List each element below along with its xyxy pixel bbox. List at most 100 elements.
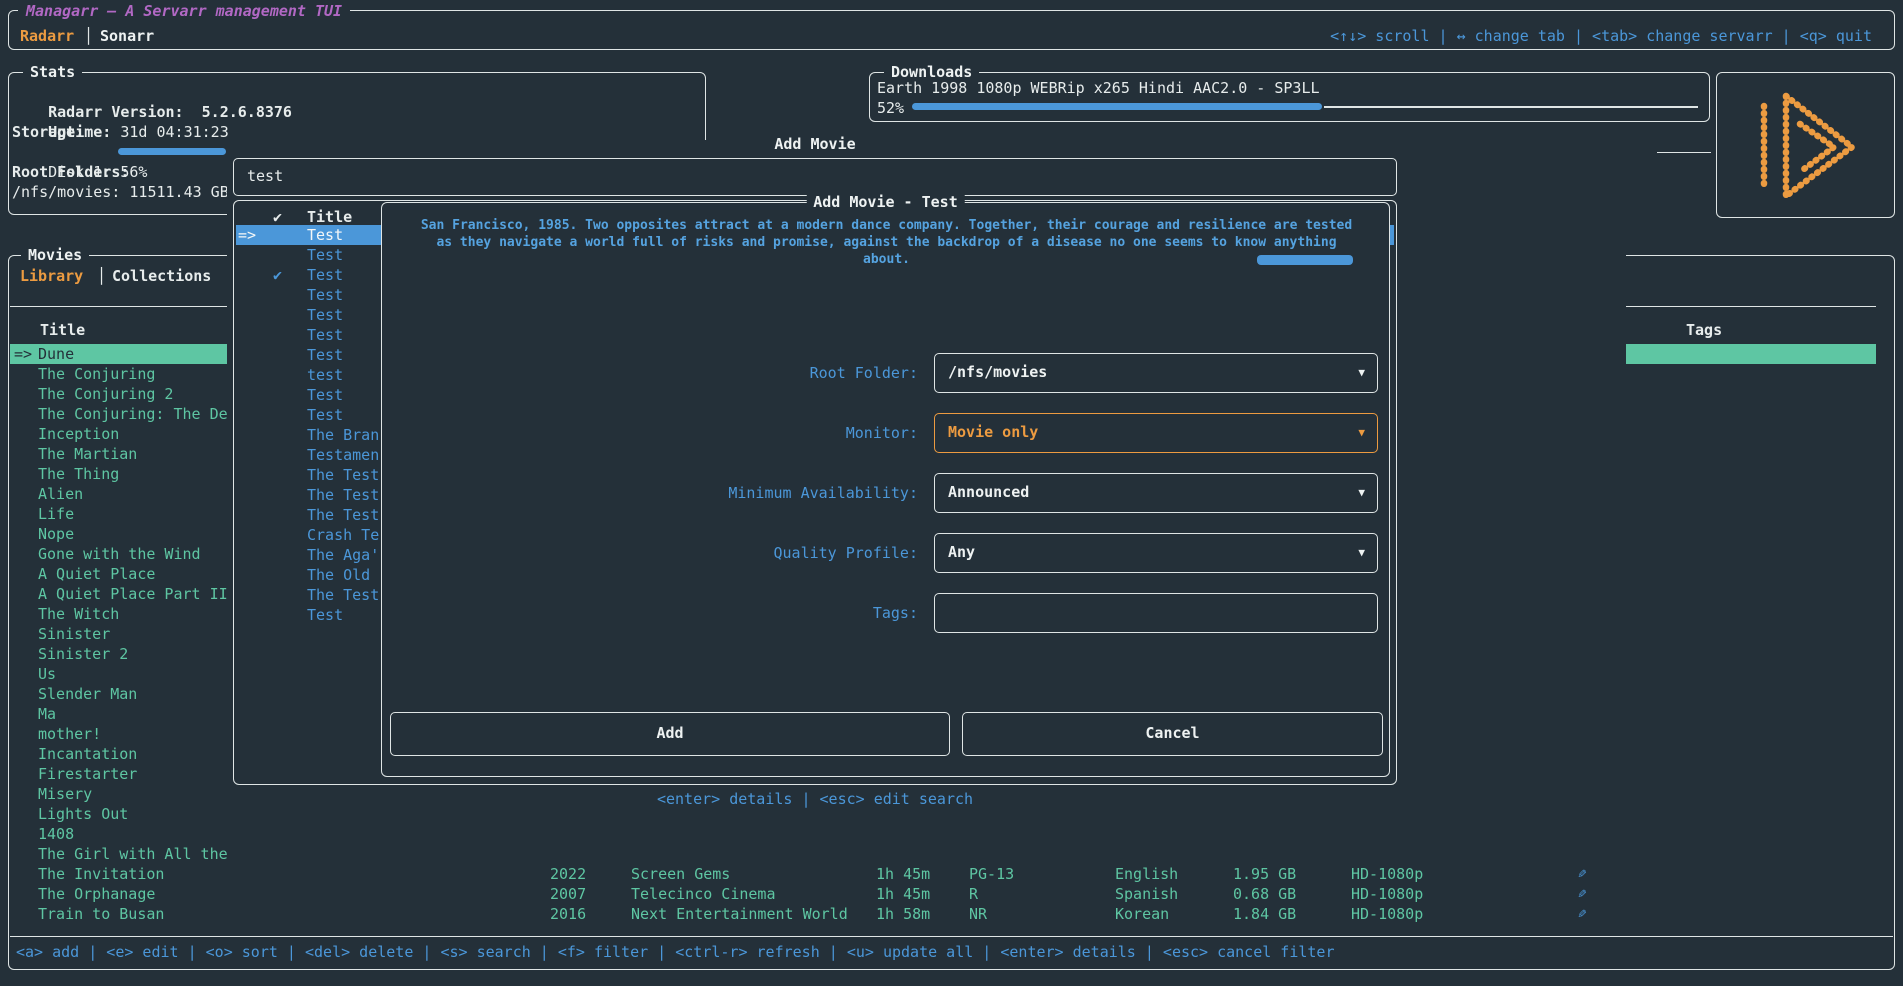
movie-title: Inception xyxy=(38,424,119,444)
tab-radarr[interactable]: Radarr xyxy=(20,26,74,46)
download-progress-track xyxy=(1324,106,1698,108)
library-row[interactable]: Us xyxy=(10,664,227,684)
result-title: Test xyxy=(307,385,343,405)
library-row[interactable]: Gone with the Wind xyxy=(10,544,227,564)
tab-sonarr[interactable]: Sonarr xyxy=(100,26,154,46)
add-movie-modal: Add Movie - Test San Francisco, 1985. Tw… xyxy=(381,202,1390,777)
library-row[interactable]: mother! xyxy=(10,724,227,744)
library-row[interactable]: The Witch xyxy=(10,604,227,624)
movie-title: Nope xyxy=(38,524,74,544)
movie-year: 2007 xyxy=(550,884,586,904)
library-row[interactable]: The Girl with All the xyxy=(10,844,227,864)
field-label: Root Folder: xyxy=(402,363,918,383)
library-row[interactable]: The Conjuring 2 xyxy=(10,384,227,404)
library-row[interactable]: The Invitation xyxy=(10,864,227,884)
add-movie-popup-title: Add Movie xyxy=(233,134,1397,154)
library-row[interactable]: Alien xyxy=(10,484,227,504)
field-select[interactable]: Movie only▼ xyxy=(934,413,1378,453)
movie-search-input[interactable]: test xyxy=(233,158,1397,196)
stats-rootfolders-label: Root Folders: xyxy=(12,162,129,182)
movie-quality: HD-1080p xyxy=(1351,864,1423,884)
library-row[interactable]: Inception xyxy=(10,424,227,444)
result-title: Testamen xyxy=(307,445,379,465)
movie-size: 1.95 GB xyxy=(1233,864,1296,884)
movie-size: 0.68 GB xyxy=(1233,884,1296,904)
library-row[interactable]: The Conjuring xyxy=(10,364,227,384)
result-title: Test xyxy=(307,265,343,285)
library-row[interactable]: The Thing xyxy=(10,464,227,484)
add-button[interactable]: Add xyxy=(390,712,950,756)
results-check-header: ✔ xyxy=(273,207,282,227)
library-row[interactable]: Slender Man xyxy=(10,684,227,704)
movie-title: A Quiet Place xyxy=(38,564,155,584)
field-select[interactable]: Any ▼ xyxy=(934,533,1378,573)
library-row[interactable]: 1408 xyxy=(10,824,227,844)
result-title: The Test xyxy=(307,465,379,485)
movie-title: The Conjuring 2 xyxy=(38,384,173,404)
result-title: Test xyxy=(307,605,343,625)
movie-title: Us xyxy=(38,664,56,684)
movie-title: 1408 xyxy=(38,824,74,844)
library-row[interactable]: Life xyxy=(10,504,227,524)
movie-quality: HD-1080p xyxy=(1351,904,1423,924)
stats-version-line: Radarr Version: 5.2.6.8376 xyxy=(12,82,292,102)
library-row[interactable]: Train to Busan xyxy=(10,904,227,924)
result-title: The Bran xyxy=(307,425,379,445)
movie-title: A Quiet Place Part II xyxy=(38,584,227,604)
field-value: Movie only xyxy=(948,414,1038,451)
top-keybind-help: <↑↓> scroll | ↔ change tab | <tab> chang… xyxy=(1330,26,1872,46)
movie-title: Sinister 2 xyxy=(38,644,128,664)
library-row[interactable]: Incantation xyxy=(10,744,227,764)
movie-rating: R xyxy=(969,884,978,904)
field-input[interactable] xyxy=(934,593,1378,633)
movie-title: The Conjuring xyxy=(38,364,155,384)
library-tags-header: Tags xyxy=(1686,320,1722,340)
library-row[interactable]: The Martian xyxy=(10,444,227,464)
movie-studio: Telecinco Cinema xyxy=(631,884,776,904)
movie-title: Incantation xyxy=(38,744,137,764)
selection-arrow: => xyxy=(14,344,32,364)
movie-title: The Witch xyxy=(38,604,119,624)
library-row[interactable]: Firestarter xyxy=(10,764,227,784)
library-row[interactable]: The Conjuring: The De xyxy=(10,404,227,424)
bottom-keybind-help: <a> add | <e> edit | <o> sort | <del> de… xyxy=(16,942,1335,962)
cancel-button[interactable]: Cancel xyxy=(962,712,1383,756)
library-row[interactable]: Sinister xyxy=(10,624,227,644)
movie-runtime: 1h 58m xyxy=(876,904,930,924)
library-row[interactable]: Nope xyxy=(10,524,227,544)
library-row[interactable]: Sinister 2 xyxy=(10,644,227,664)
movie-title: Misery xyxy=(38,784,92,804)
movie-title: Dune xyxy=(38,344,74,364)
download-progress-fill xyxy=(912,103,1322,110)
in-library-check-icon: ✔ xyxy=(273,265,282,285)
field-value: Any xyxy=(948,534,975,571)
library-row[interactable]: Lights Out xyxy=(10,804,227,824)
tab-collections[interactable]: Collections xyxy=(112,266,211,286)
result-title: The Test xyxy=(307,585,379,605)
tab-library[interactable]: Library xyxy=(20,266,83,286)
tab-separator: │ xyxy=(84,26,93,46)
result-title: The Aga' xyxy=(307,545,379,565)
overview-scrollbar[interactable] xyxy=(1257,255,1353,265)
bottom-help-divider xyxy=(10,936,1893,937)
results-title-header: Title xyxy=(307,207,352,227)
movie-title: The Martian xyxy=(38,444,137,464)
movies-panel-title: Movies xyxy=(21,245,89,265)
field-select[interactable]: Announced▼ xyxy=(934,473,1378,513)
chevron-down-icon: ▼ xyxy=(1358,534,1365,571)
result-title: Test xyxy=(307,345,343,365)
field-value: Announced xyxy=(948,474,1029,511)
movie-size: 1.84 GB xyxy=(1233,904,1296,924)
field-label: Quality Profile: xyxy=(402,543,918,563)
modal-title: Add Movie - Test xyxy=(806,192,965,212)
field-select[interactable]: /nfs/movies▼ xyxy=(934,353,1378,393)
library-row[interactable]: Ma xyxy=(10,704,227,724)
chevron-down-icon: ▼ xyxy=(1358,354,1365,391)
library-row[interactable]: A Quiet Place Part II xyxy=(10,584,227,604)
library-row[interactable]: A Quiet Place xyxy=(10,564,227,584)
library-row[interactable]: The Orphanage xyxy=(10,884,227,904)
window-title: Managarr – A Servarr management TUI xyxy=(18,1,350,21)
library-title-header: Title xyxy=(40,320,85,340)
library-row[interactable]: Misery xyxy=(10,784,227,804)
movie-title: Alien xyxy=(38,484,83,504)
